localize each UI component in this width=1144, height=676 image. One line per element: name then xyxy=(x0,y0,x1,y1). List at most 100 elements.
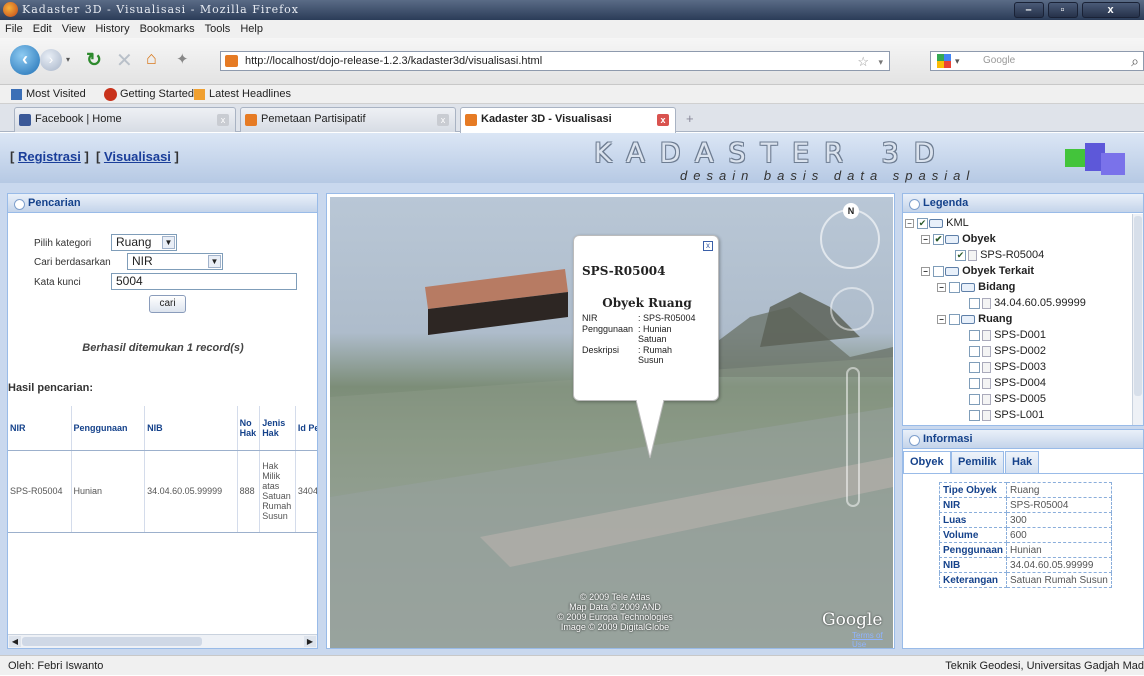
forward-button[interactable]: › xyxy=(40,49,62,71)
close-tab-icon[interactable]: x xyxy=(437,114,449,126)
info-panel-title[interactable]: Informasi xyxy=(903,430,1143,449)
kata-kunci-input[interactable]: 5004 xyxy=(111,273,297,290)
col-penggunaan[interactable]: Penggunaan xyxy=(71,406,146,451)
checkbox[interactable] xyxy=(969,297,980,309)
col-jenis-hak[interactable]: Jenis Hak xyxy=(259,406,296,451)
tab-facebook[interactable]: Facebook | Home x xyxy=(14,107,236,132)
tab-kadaster[interactable]: Kadaster 3D - Visualisasi x xyxy=(460,107,676,133)
terms-of-use-link[interactable]: Terms of Use xyxy=(852,631,893,648)
tab-divider xyxy=(903,473,1143,474)
tree-node-sps-d003[interactable]: SPS-D003 xyxy=(969,361,1046,373)
menu-help[interactable]: Help xyxy=(235,20,268,38)
tree-node-sps-d004[interactable]: SPS-D004 xyxy=(969,377,1046,389)
tree-node-sps-r05004[interactable]: ✔ SPS-R05004 xyxy=(955,249,1044,261)
info-key: Penggunaan xyxy=(938,542,1008,558)
table-row[interactable]: SPS-R05004 Hunian 34.04.60.05.99999 888 … xyxy=(8,450,317,533)
minimize-button[interactable]: – xyxy=(1014,2,1044,18)
tab-hak[interactable]: Hak xyxy=(1005,451,1040,473)
search-bar[interactable]: ▾ Google ⌕ xyxy=(930,51,1144,71)
menu-file[interactable]: File xyxy=(0,20,28,38)
checkbox[interactable] xyxy=(969,393,980,405)
vertical-scrollbar[interactable] xyxy=(1132,214,1143,425)
tree-node-bidang[interactable]: − Bidang xyxy=(937,281,1015,293)
magnifier-icon[interactable]: ⌕ xyxy=(1131,52,1139,70)
kategori-select[interactable]: Ruang ▼ xyxy=(111,234,177,251)
registrasi-link[interactable]: Registrasi xyxy=(18,149,81,164)
checkbox[interactable] xyxy=(969,361,980,373)
scroll-thumb[interactable] xyxy=(1134,216,1142,396)
checkbox[interactable] xyxy=(969,329,980,341)
tree-node-ruang[interactable]: − Ruang xyxy=(937,313,1012,325)
stop-icon[interactable]: ✕ xyxy=(116,48,133,73)
close-window-button[interactable]: x xyxy=(1082,2,1140,18)
collapse-icon[interactable]: − xyxy=(937,282,946,292)
col-id-pe[interactable]: Id Pe xyxy=(295,406,317,451)
checkbox[interactable] xyxy=(969,345,980,357)
tab-pemetaan[interactable]: Pemetaan Partisipatif x xyxy=(240,107,456,132)
back-button[interactable]: ‹ xyxy=(10,45,40,75)
search-panel-title[interactable]: Pencarian xyxy=(8,194,317,213)
collapse-icon[interactable]: − xyxy=(937,314,946,324)
menu-tools[interactable]: Tools xyxy=(200,20,236,38)
tab-obyek[interactable]: Obyek xyxy=(903,451,951,473)
checkbox[interactable] xyxy=(969,377,980,389)
visualisasi-link[interactable]: Visualisasi xyxy=(104,149,171,164)
checkbox[interactable] xyxy=(949,313,961,325)
tree-node-sps-l001[interactable]: SPS-L001 xyxy=(969,409,1044,421)
google-earth-map[interactable]: N x SPS-R05004 Obyek Ruang NIR: SPS-R050… xyxy=(330,197,893,648)
col-no-hak[interactable]: No Hak xyxy=(237,406,261,451)
bookmark-getting-started[interactable]: Getting Started xyxy=(120,85,194,104)
menu-view[interactable]: View xyxy=(57,20,91,38)
menu-history[interactable]: History xyxy=(90,20,134,38)
maximize-button[interactable]: ▫ xyxy=(1048,2,1078,18)
menu-bookmarks[interactable]: Bookmarks xyxy=(135,20,200,38)
cari-button[interactable]: cari xyxy=(149,295,186,313)
history-dropdown-icon[interactable]: ▾ xyxy=(66,55,70,64)
tree-node-sps-d002[interactable]: SPS-D002 xyxy=(969,345,1046,357)
collapse-icon[interactable]: − xyxy=(921,266,930,276)
scroll-thumb[interactable] xyxy=(22,637,202,646)
popup-close-icon[interactable]: x xyxy=(703,241,713,251)
tree-node-sps-d001[interactable]: SPS-D001 xyxy=(969,329,1046,341)
checkbox[interactable]: ✔ xyxy=(955,249,966,261)
tree-node-obyek[interactable]: − ✔ Obyek xyxy=(921,233,996,245)
tree-node-obyek-terkait[interactable]: − Obyek Terkait xyxy=(921,265,1034,277)
legend-panel-title[interactable]: Legenda xyxy=(903,194,1143,213)
search-engine-dropdown-icon[interactable]: ▾ xyxy=(955,52,960,70)
collapse-icon[interactable]: − xyxy=(921,234,930,244)
pan-control[interactable] xyxy=(830,287,874,331)
checkbox[interactable] xyxy=(969,409,980,421)
url-dropdown-icon[interactable]: ▾ xyxy=(878,53,883,71)
scroll-left-icon[interactable]: ◀ xyxy=(9,636,21,647)
chevron-down-icon[interactable]: ▼ xyxy=(162,236,175,249)
close-tab-icon[interactable]: x xyxy=(217,114,229,126)
zoom-slider[interactable] xyxy=(846,367,860,507)
tools-icon[interactable]: ✦ xyxy=(176,50,189,68)
reload-icon[interactable]: ↻ xyxy=(86,49,102,72)
checkbox[interactable]: ✔ xyxy=(933,233,945,245)
chevron-down-icon[interactable]: ▼ xyxy=(208,255,221,268)
col-nib[interactable]: NIB xyxy=(144,406,238,451)
bookmark-latest-headlines[interactable]: Latest Headlines xyxy=(209,85,291,104)
bookmark-star-icon[interactable]: ☆ xyxy=(857,53,869,71)
checkbox[interactable]: ✔ xyxy=(917,217,929,229)
menu-edit[interactable]: Edit xyxy=(28,20,57,38)
col-nir[interactable]: NIR xyxy=(8,406,72,451)
bookmark-most-visited[interactable]: Most Visited xyxy=(26,85,86,104)
tree-node-sps-d005[interactable]: SPS-D005 xyxy=(969,393,1046,405)
compass-north-label[interactable]: N xyxy=(843,203,859,219)
tree-node-nib[interactable]: 34.04.60.05.99999 xyxy=(969,297,1086,309)
checkbox[interactable] xyxy=(933,265,945,277)
tree-node-kml[interactable]: − ✔ KML xyxy=(905,217,969,229)
scroll-right-icon[interactable]: ▶ xyxy=(304,636,316,647)
collapse-icon[interactable]: − xyxy=(905,218,914,228)
checkbox[interactable] xyxy=(949,281,961,293)
horizontal-scrollbar[interactable]: ◀ ▶ xyxy=(8,634,317,648)
search-engine-icon[interactable] xyxy=(937,54,951,68)
tab-pemilik[interactable]: Pemilik xyxy=(951,451,1004,473)
new-tab-icon[interactable]: + xyxy=(686,111,694,126)
cari-select[interactable]: NIR ▼ xyxy=(127,253,223,270)
url-bar[interactable]: http://localhost/dojo-release-1.2.3/kada… xyxy=(220,51,890,71)
close-tab-icon[interactable]: x xyxy=(657,114,669,126)
home-icon[interactable]: ⌂ xyxy=(146,48,157,69)
